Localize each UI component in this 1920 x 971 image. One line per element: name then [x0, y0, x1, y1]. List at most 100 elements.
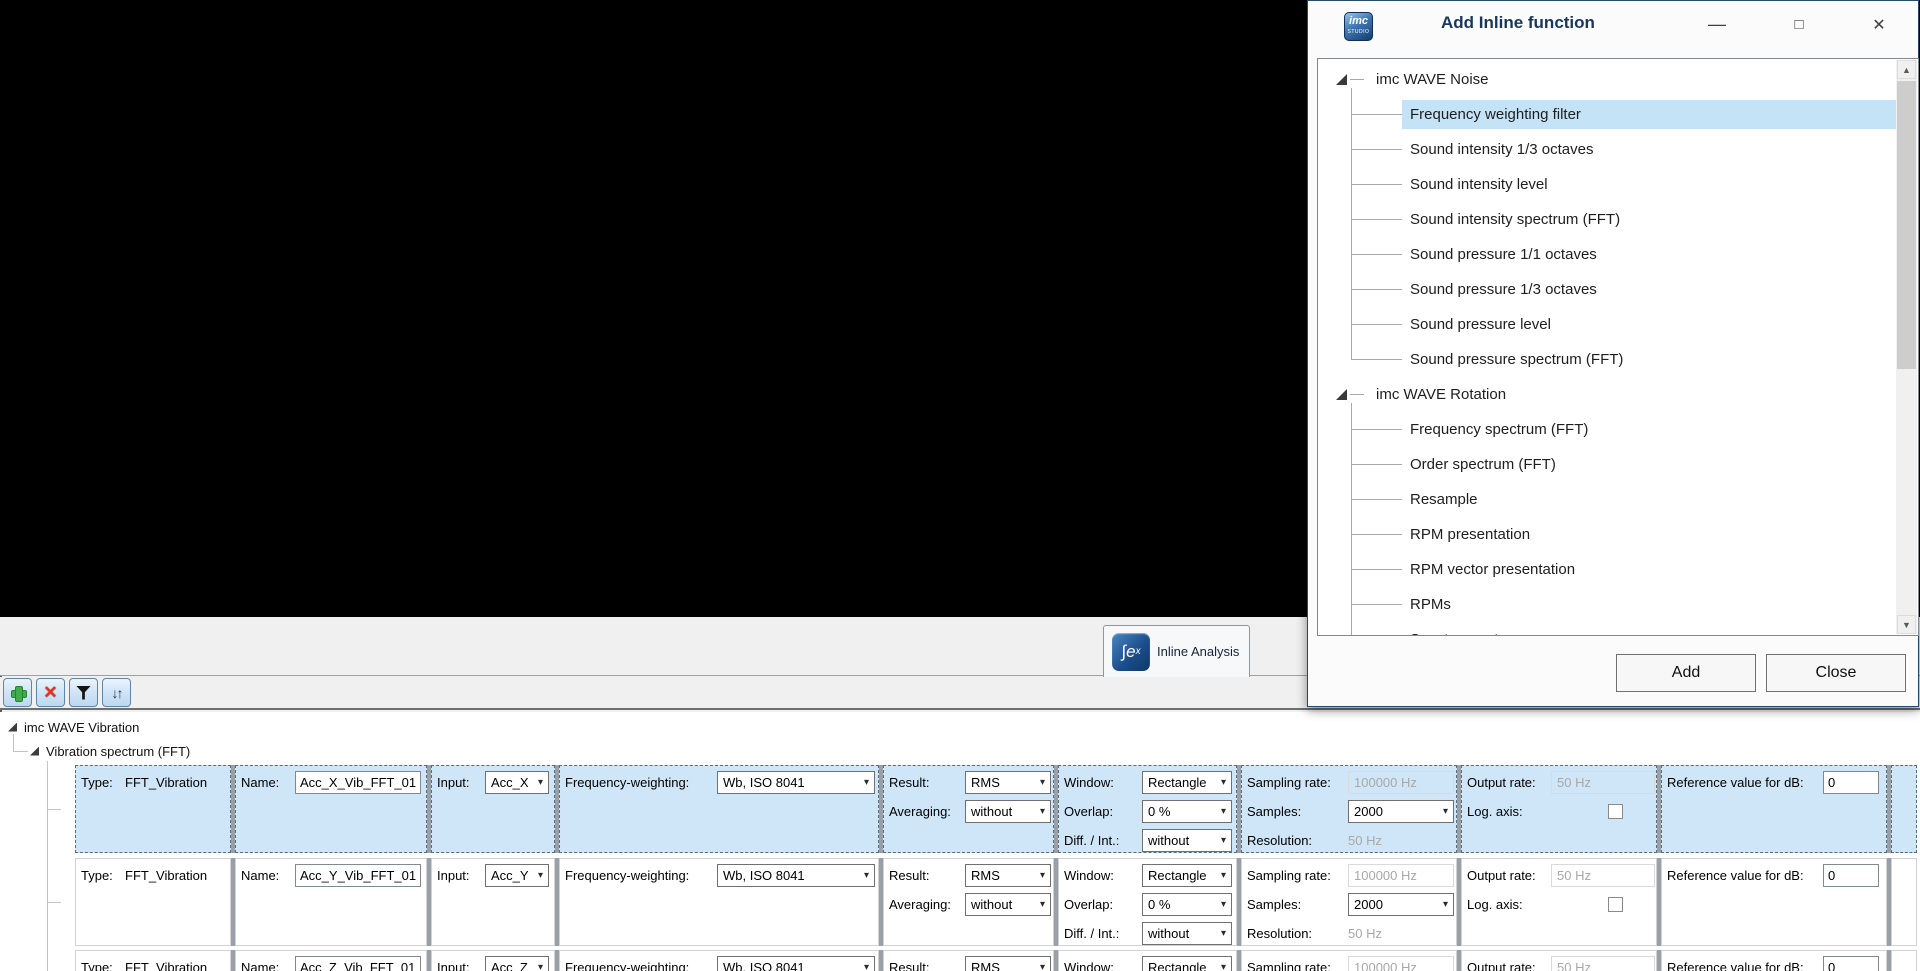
averaging-select[interactable]: without ▾	[965, 892, 1051, 916]
expanded-toggle-icon[interactable]	[30, 746, 39, 756]
tree-function-item[interactable]: Frequency spectrum (FFT)	[1318, 412, 1896, 447]
frequency-weighting-cell: Frequency-weighting: Wb, ISO 8041 ▾	[559, 858, 879, 946]
tree-function-item[interactable]: Order spectrum (FFT)	[1318, 447, 1896, 482]
result-select[interactable]: RMS ▾	[965, 955, 1051, 971]
averaging-select[interactable]: without ▾	[965, 799, 1051, 823]
expanded-toggle-icon[interactable]	[1336, 74, 1347, 85]
config-row[interactable]: Type:FFT_VibrationName:Input:Acc_X▾Frequ…	[75, 765, 1917, 853]
input-select[interactable]: Acc_Z ▾	[485, 955, 549, 971]
scrollbar-thumb[interactable]	[1897, 81, 1916, 369]
name-input[interactable]	[295, 955, 421, 971]
window-select[interactable]: Rectangle ▾	[1142, 770, 1232, 794]
log-axis-checkbox[interactable]	[1608, 803, 1623, 819]
tree-function-item[interactable]: Sound pressure 1/3 octaves	[1318, 272, 1896, 307]
reference-db-input[interactable]	[1823, 770, 1879, 794]
frequency-weighting-select[interactable]: Wb, ISO 8041 ▾	[717, 863, 875, 887]
expanded-toggle-icon[interactable]	[8, 722, 17, 732]
tree-function-item[interactable]: Sound pressure level	[1318, 307, 1896, 342]
field-label: Frequency-weighting:	[565, 959, 690, 971]
scrollbar[interactable]: ▲ ▼	[1896, 60, 1917, 634]
diff-int-select[interactable]: without ▾	[1142, 828, 1232, 852]
scroll-up-icon[interactable]: ▲	[1897, 60, 1916, 79]
overlap-select[interactable]: 0 % ▾	[1142, 799, 1232, 823]
tree-group-item[interactable]: imc WAVE Rotation	[1318, 377, 1896, 412]
tree-connector-line	[13, 751, 28, 752]
tree-item-label: RPMs	[1410, 596, 1451, 613]
config-row[interactable]: Type:FFT_VibrationName:Input:Acc_Z▾Frequ…	[75, 950, 1917, 971]
chevron-down-icon: ▾	[537, 776, 543, 788]
type-value: FFT_Vibration	[125, 867, 208, 883]
tree-group-item[interactable]: imc WAVE Noise	[1318, 62, 1896, 97]
delete-x-icon: ✕	[43, 683, 58, 702]
sort-button[interactable]: ↓↑	[102, 678, 131, 707]
samples-select[interactable]: 2000 ▾	[1348, 892, 1454, 916]
input-select[interactable]: Acc_X ▾	[485, 770, 549, 794]
close-icon[interactable]: ✕	[1862, 11, 1896, 38]
sampling-cell: Sampling rate: 100000 Hz Samples: 2000 ▾ Reso…	[1241, 858, 1457, 946]
reference-db-cell: Reference value for dB:	[1661, 765, 1887, 853]
tree-branch-line	[1350, 394, 1364, 395]
tree-node-label: Vibration spectrum (FFT)	[46, 743, 191, 759]
result-select[interactable]: RMS ▾	[965, 863, 1051, 887]
name-input[interactable]	[295, 770, 421, 794]
tree-function-item[interactable]: Sound intensity level	[1318, 167, 1896, 202]
tree-function-item[interactable]: Spectrum cut	[1318, 622, 1896, 635]
reference-db-input[interactable]	[1823, 955, 1879, 971]
field-label: Reference value for dB:	[1667, 774, 1804, 790]
tree-function-item[interactable]: Resample	[1318, 482, 1896, 517]
window-select[interactable]: Rectangle ▾	[1142, 955, 1232, 971]
tree-function-item[interactable]: Sound pressure 1/1 octaves	[1318, 237, 1896, 272]
tree-function-item[interactable]: Sound intensity spectrum (FFT)	[1318, 202, 1896, 237]
selected-value: Acc_X	[491, 774, 529, 790]
field-label: Window:	[1064, 774, 1114, 790]
log-axis-checkbox[interactable]	[1608, 896, 1623, 912]
samples-select[interactable]: 2000 ▾	[1348, 799, 1454, 823]
expanded-toggle-icon[interactable]	[1336, 389, 1347, 400]
tree-branch-line	[1351, 219, 1402, 220]
chevron-down-icon: ▾	[537, 869, 543, 881]
field-label: Resolution:	[1247, 925, 1313, 941]
field-label: Name:	[241, 959, 280, 971]
function-list: imc WAVE Noise Frequency weighting filter…	[1317, 58, 1919, 636]
tree-function-item[interactable]: Frequency weighting filter	[1318, 97, 1896, 132]
reference-db-input[interactable]	[1823, 863, 1879, 887]
tree-function-item[interactable]: RPM presentation	[1318, 517, 1896, 552]
tree-function-item[interactable]: RPMs	[1318, 587, 1896, 622]
dialog-titlebar[interactable]: imc STUDIO Add Inline function — □ ✕	[1308, 1, 1918, 49]
window-select[interactable]: Rectangle ▾	[1142, 863, 1232, 887]
scroll-down-icon[interactable]: ▼	[1897, 615, 1916, 634]
function-tree: imc WAVE Noise Frequency weighting filter…	[1318, 59, 1896, 635]
diff-int-select[interactable]: without ▾	[1142, 921, 1232, 945]
selected-value: without	[1148, 925, 1190, 941]
tree-function-item[interactable]: RPM vector presentation	[1318, 552, 1896, 587]
field-label: Reference value for dB:	[1667, 867, 1804, 883]
tab-inline-analysis[interactable]: ∫e x Inline Analysis	[1103, 625, 1250, 677]
tree-item-label: Spectrum cut	[1402, 625, 1896, 635]
frequency-weighting-select[interactable]: Wb, ISO 8041 ▾	[717, 955, 875, 971]
frequency-weighting-select[interactable]: Wb, ISO 8041 ▾	[717, 770, 875, 794]
field-label: Frequency-weighting:	[565, 774, 690, 790]
field-label: Output rate:	[1467, 867, 1536, 883]
chevron-down-icon: ▾	[1220, 834, 1226, 846]
overlap-select[interactable]: 0 % ▾	[1142, 892, 1232, 916]
filter-button[interactable]	[69, 678, 98, 707]
sampling-rate-value: 100000 Hz	[1348, 863, 1454, 887]
remove-function-button[interactable]: ✕	[36, 678, 65, 707]
maximize-button[interactable]: □	[1782, 11, 1816, 38]
tree-function-item[interactable]: Sound pressure spectrum (FFT)	[1318, 342, 1896, 377]
add-button[interactable]: Add	[1616, 654, 1756, 692]
minimize-button[interactable]: —	[1700, 11, 1734, 38]
tree-item-label: Order spectrum (FFT)	[1410, 456, 1556, 473]
tree-function-item[interactable]: Sound intensity 1/3 octaves	[1318, 132, 1896, 167]
frequency-weighting-cell: Frequency-weighting: Wb, ISO 8041 ▾	[559, 950, 879, 971]
add-function-button[interactable]	[3, 678, 32, 707]
tree-node-imc-wave-vibration[interactable]: imc WAVE Vibration	[8, 717, 139, 737]
tree-item-label: Sound pressure spectrum (FFT)	[1410, 351, 1624, 368]
close-button[interactable]: Close	[1766, 654, 1906, 692]
result-select[interactable]: RMS ▾	[965, 770, 1051, 794]
tree-node-vibration-spectrum-fft[interactable]: Vibration spectrum (FFT)	[30, 741, 190, 761]
input-select[interactable]: Acc_Y ▾	[485, 863, 549, 887]
name-input[interactable]	[295, 863, 421, 887]
selected-value: without	[971, 803, 1013, 819]
config-row[interactable]: Type:FFT_VibrationName:Input:Acc_Y▾Frequ…	[75, 858, 1917, 946]
